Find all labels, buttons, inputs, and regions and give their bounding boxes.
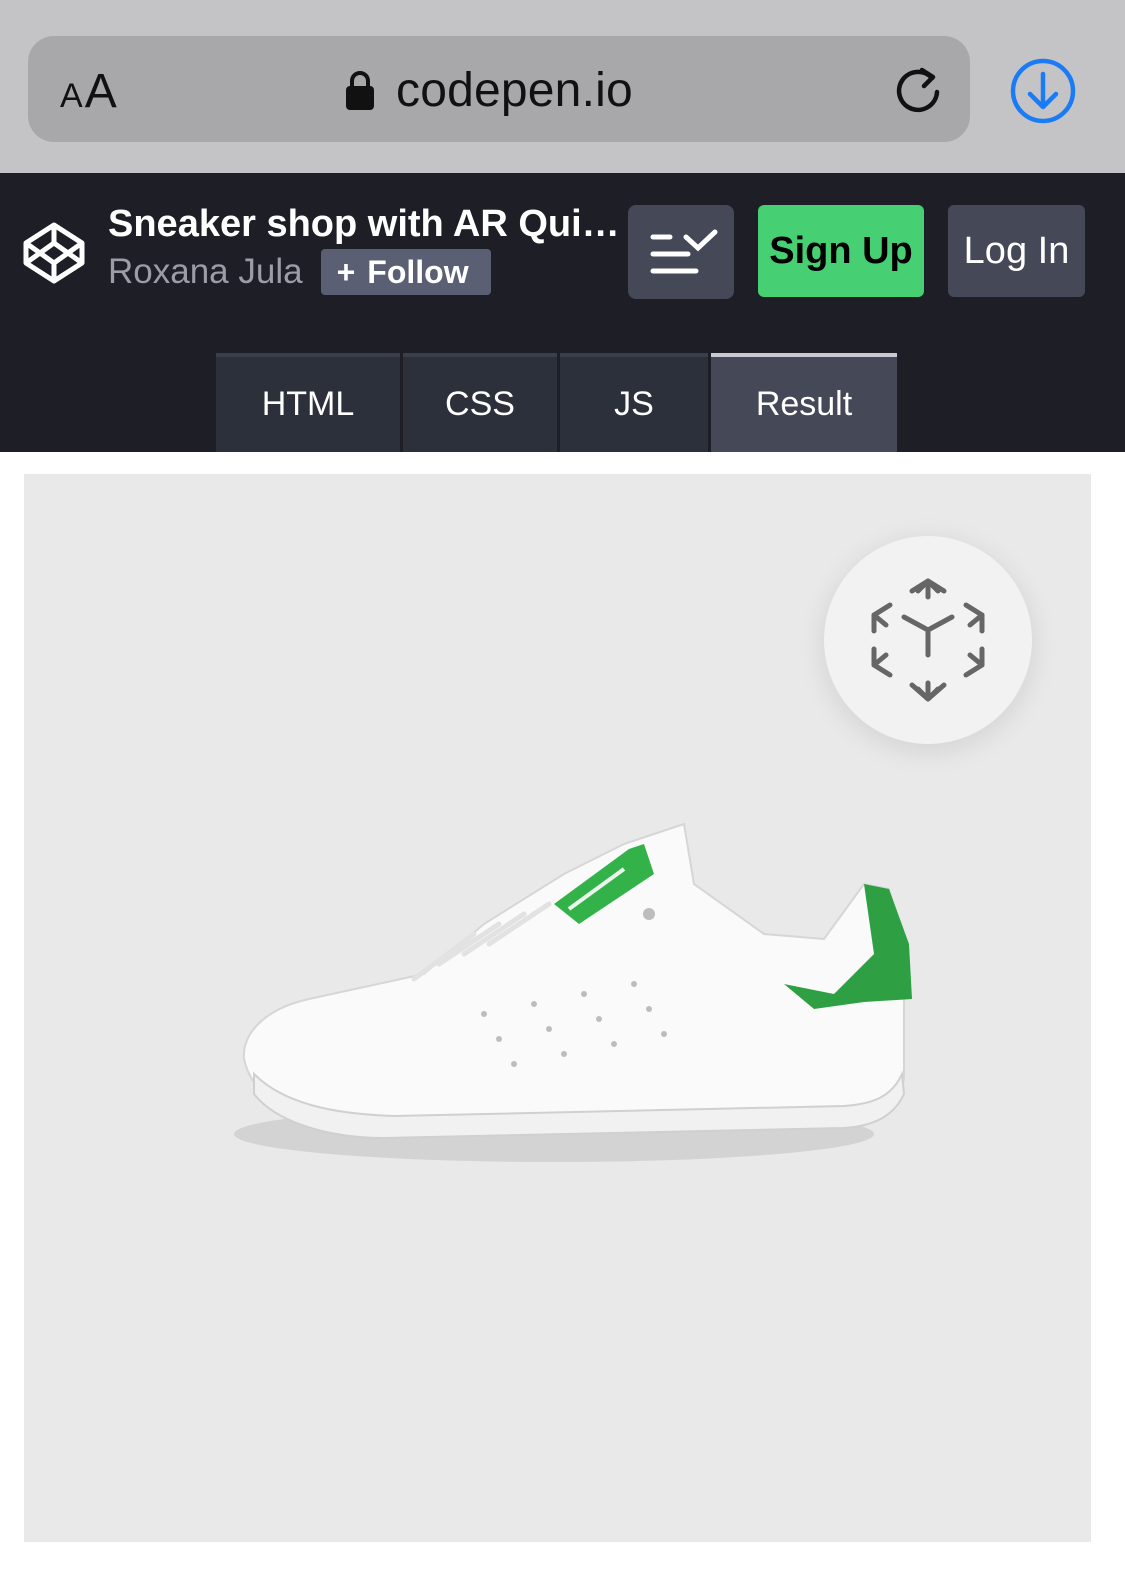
follow-button[interactable]: + Follow (320, 249, 491, 295)
view-switcher-icon (650, 229, 718, 274)
text-size-button[interactable]: A A (60, 64, 117, 119)
browser-toolbar: A A codepen.io (0, 0, 1125, 173)
author-name[interactable]: Roxana Jula (108, 252, 303, 292)
sneaker-image (234, 822, 912, 1162)
tab-html[interactable]: HTML (216, 353, 400, 452)
sign-up-button[interactable]: Sign Up (758, 205, 924, 297)
tab-css[interactable]: CSS (403, 353, 557, 452)
tab-result[interactable]: Result (711, 353, 897, 452)
text-size-large-glyph: A (84, 65, 117, 118)
reload-icon[interactable] (892, 62, 946, 116)
download-icon[interactable] (1008, 56, 1078, 126)
codepen-logo-icon[interactable] (22, 221, 86, 285)
url-display[interactable]: codepen.io (346, 58, 633, 122)
author-row: Roxana Jula + Follow (108, 249, 491, 295)
result-preview (24, 474, 1091, 1542)
view-switcher-button[interactable] (628, 205, 734, 299)
ar-cube-icon (871, 578, 985, 702)
address-bar[interactable]: A A codepen.io (28, 36, 970, 142)
log-in-button[interactable]: Log In (948, 205, 1085, 297)
follow-label: Follow (367, 253, 469, 290)
editor-tabs: HTML CSS JS Result (216, 353, 900, 452)
text-size-small-glyph: A (60, 77, 83, 115)
lock-icon (346, 71, 374, 110)
url-text: codepen.io (396, 63, 633, 117)
codepen-header: Sneaker shop with AR Qui… Roxana Jula + … (0, 173, 1125, 452)
ar-view-button[interactable] (824, 536, 1032, 744)
plus-icon: + (336, 253, 356, 290)
tab-js[interactable]: JS (560, 353, 708, 452)
pen-title: Sneaker shop with AR Qui… (108, 203, 620, 245)
